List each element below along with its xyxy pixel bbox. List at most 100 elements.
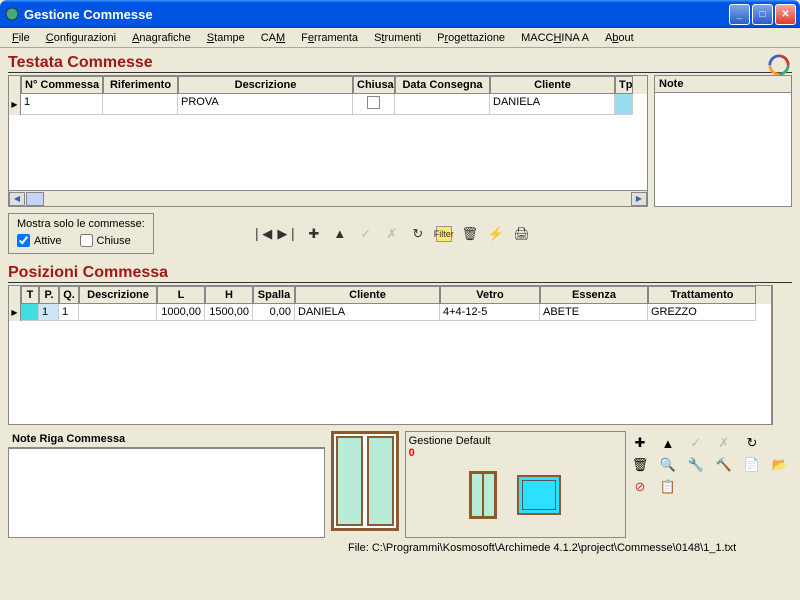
side-copy-icon[interactable]: 📋	[660, 479, 676, 495]
menu-configurazioni[interactable]: Configurazioni	[40, 30, 122, 46]
cell-spalla[interactable]: 0,00	[253, 304, 295, 321]
cell-t[interactable]	[21, 304, 39, 321]
note-riga-panel: Note Riga Commessa	[8, 431, 325, 538]
menu-progettazione[interactable]: Progettazione	[431, 30, 511, 46]
refresh-icon[interactable]: ↻	[410, 226, 426, 242]
up-icon[interactable]: ▲	[332, 226, 348, 242]
confirm-icon[interactable]: ✓	[358, 226, 374, 242]
col-cliente[interactable]: Cliente	[490, 76, 615, 94]
side-new-icon[interactable]: 📄	[744, 457, 760, 473]
side-up-icon[interactable]: ▲	[660, 435, 676, 451]
cell-cliente2[interactable]: DANIELA	[295, 304, 440, 321]
side-refresh-icon[interactable]: ↻	[744, 435, 760, 451]
row-indicator-icon-2: ▶	[9, 304, 21, 321]
scroll-thumb[interactable]	[26, 192, 44, 206]
cell-essenza[interactable]: ABETE	[540, 304, 648, 321]
side-open-icon[interactable]: 📂	[772, 457, 788, 473]
menu-cam[interactable]: CAM	[255, 30, 291, 46]
cell-rif[interactable]	[103, 94, 178, 115]
grid-posizioni[interactable]: T P. Q. Descrizione L H Spalla Cliente V…	[8, 285, 772, 425]
col-h[interactable]: H	[205, 286, 253, 304]
side-add-icon[interactable]: ✚	[632, 435, 648, 451]
cell-cliente[interactable]: DANIELA	[490, 94, 615, 115]
last-record-icon[interactable]: ▶❘	[280, 226, 296, 242]
cell-desc2[interactable]	[79, 304, 157, 321]
close-button[interactable]: ✕	[775, 4, 796, 25]
menu-about[interactable]: About	[599, 30, 640, 46]
cell-p[interactable]: 1	[39, 304, 59, 321]
col-spalla[interactable]: Spalla	[253, 286, 295, 304]
side-nocam-icon[interactable]: ⊘	[632, 479, 648, 495]
col-tp[interactable]: Tp	[615, 76, 633, 94]
maximize-button[interactable]: □	[752, 4, 773, 25]
first-record-icon[interactable]: ❘◀	[254, 226, 270, 242]
preview-window-icon[interactable]	[517, 475, 561, 515]
col-t[interactable]: T	[21, 286, 39, 304]
menu-file[interactable]: File	[6, 30, 36, 46]
trash-icon[interactable]: 🗑	[462, 226, 478, 242]
menubar: File Configurazioni Anagrafiche Stampe C…	[0, 28, 800, 48]
side-search-icon[interactable]: 🔍	[660, 457, 676, 473]
side-trash-icon[interactable]: 🗑	[632, 457, 648, 473]
checkbox-chiusa[interactable]	[367, 96, 380, 109]
minimize-button[interactable]: _	[729, 4, 750, 25]
preview-door-icon[interactable]	[469, 471, 497, 519]
grid-posizioni-vscroll[interactable]	[772, 285, 788, 425]
side-confirm-icon[interactable]: ✓	[688, 435, 704, 451]
checkbox-attive-input[interactable]	[17, 234, 30, 247]
col-q[interactable]: Q.	[59, 286, 79, 304]
toolbar-side: ✚ ▲ ✓ ✗ ↻ 🗑 🔍 🔧 🔨 📄 📂 ⊘ 📋	[632, 431, 792, 538]
cell-vetro[interactable]: 4+4-12-5	[440, 304, 540, 321]
menu-macchina[interactable]: MACCHINA A	[515, 30, 595, 46]
app-logo-icon	[768, 54, 790, 76]
window-title: Gestione Commesse	[24, 7, 729, 22]
col-p[interactable]: P.	[39, 286, 59, 304]
grid-posizioni-row[interactable]: ▶ 1 1 1000,00 1500,00 0,00 DANIELA 4+4-1…	[9, 304, 771, 321]
col-essenza[interactable]: Essenza	[540, 286, 648, 304]
grid-testata[interactable]: N° Commessa Riferimento Descrizione Chiu…	[8, 75, 648, 207]
col-desc2[interactable]: Descrizione	[79, 286, 157, 304]
add-record-icon[interactable]: ✚	[306, 226, 322, 242]
note-riga-body[interactable]	[8, 448, 325, 538]
scroll-right-icon[interactable]: ▶	[631, 192, 647, 206]
cell-num[interactable]: 1	[21, 94, 103, 115]
menu-ferramenta[interactable]: Ferramenta	[295, 30, 364, 46]
side-wrench-icon[interactable]: 🔧	[688, 457, 704, 473]
cell-desc[interactable]: PROVA	[178, 94, 353, 115]
cell-tratt[interactable]: GREZZO	[648, 304, 756, 321]
col-num-commessa[interactable]: N° Commessa	[21, 76, 103, 94]
print-icon[interactable]: 🖨	[514, 226, 530, 242]
col-descrizione[interactable]: Descrizione	[178, 76, 353, 94]
cell-l[interactable]: 1000,00	[157, 304, 205, 321]
col-trattamento[interactable]: Trattamento	[648, 286, 756, 304]
lightning-icon[interactable]: ⚡	[488, 226, 504, 242]
side-hammer-icon[interactable]: 🔨	[716, 457, 732, 473]
cell-chiusa[interactable]	[353, 94, 395, 115]
col-cliente2[interactable]: Cliente	[295, 286, 440, 304]
checkbox-attive[interactable]: Attive	[17, 234, 62, 247]
file-path-label: File: C:\Programmi\Kosmosoft\Archimede 4…	[8, 542, 792, 554]
grid-testata-row[interactable]: ▶ 1 PROVA DANIELA	[9, 94, 647, 115]
col-vetro[interactable]: Vetro	[440, 286, 540, 304]
checkbox-chiuse-input[interactable]	[80, 234, 93, 247]
cell-tp[interactable]	[615, 94, 633, 115]
gestione-title: Gestione Default	[409, 435, 622, 447]
col-chiusa[interactable]: Chiusa	[353, 76, 395, 94]
menu-anagrafiche[interactable]: Anagrafiche	[126, 30, 197, 46]
filter-icon[interactable]: Filter	[436, 226, 452, 242]
col-l[interactable]: L	[157, 286, 205, 304]
cancel-icon[interactable]: ✗	[384, 226, 400, 242]
col-data-consegna[interactable]: Data Consegna	[395, 76, 490, 94]
checkbox-chiuse[interactable]: Chiuse	[80, 234, 131, 247]
side-cancel-icon[interactable]: ✗	[716, 435, 732, 451]
scroll-left-icon[interactable]: ◀	[9, 192, 25, 206]
cell-q[interactable]: 1	[59, 304, 79, 321]
cell-h[interactable]: 1500,00	[205, 304, 253, 321]
note-header: Note	[655, 76, 791, 93]
menu-strumenti[interactable]: Strumenti	[368, 30, 427, 46]
menu-stampe[interactable]: Stampe	[201, 30, 251, 46]
col-riferimento[interactable]: Riferimento	[103, 76, 178, 94]
note-body[interactable]	[655, 93, 791, 193]
cell-consegna[interactable]	[395, 94, 490, 115]
grid-testata-hscroll[interactable]: ◀ ▶	[9, 190, 647, 206]
